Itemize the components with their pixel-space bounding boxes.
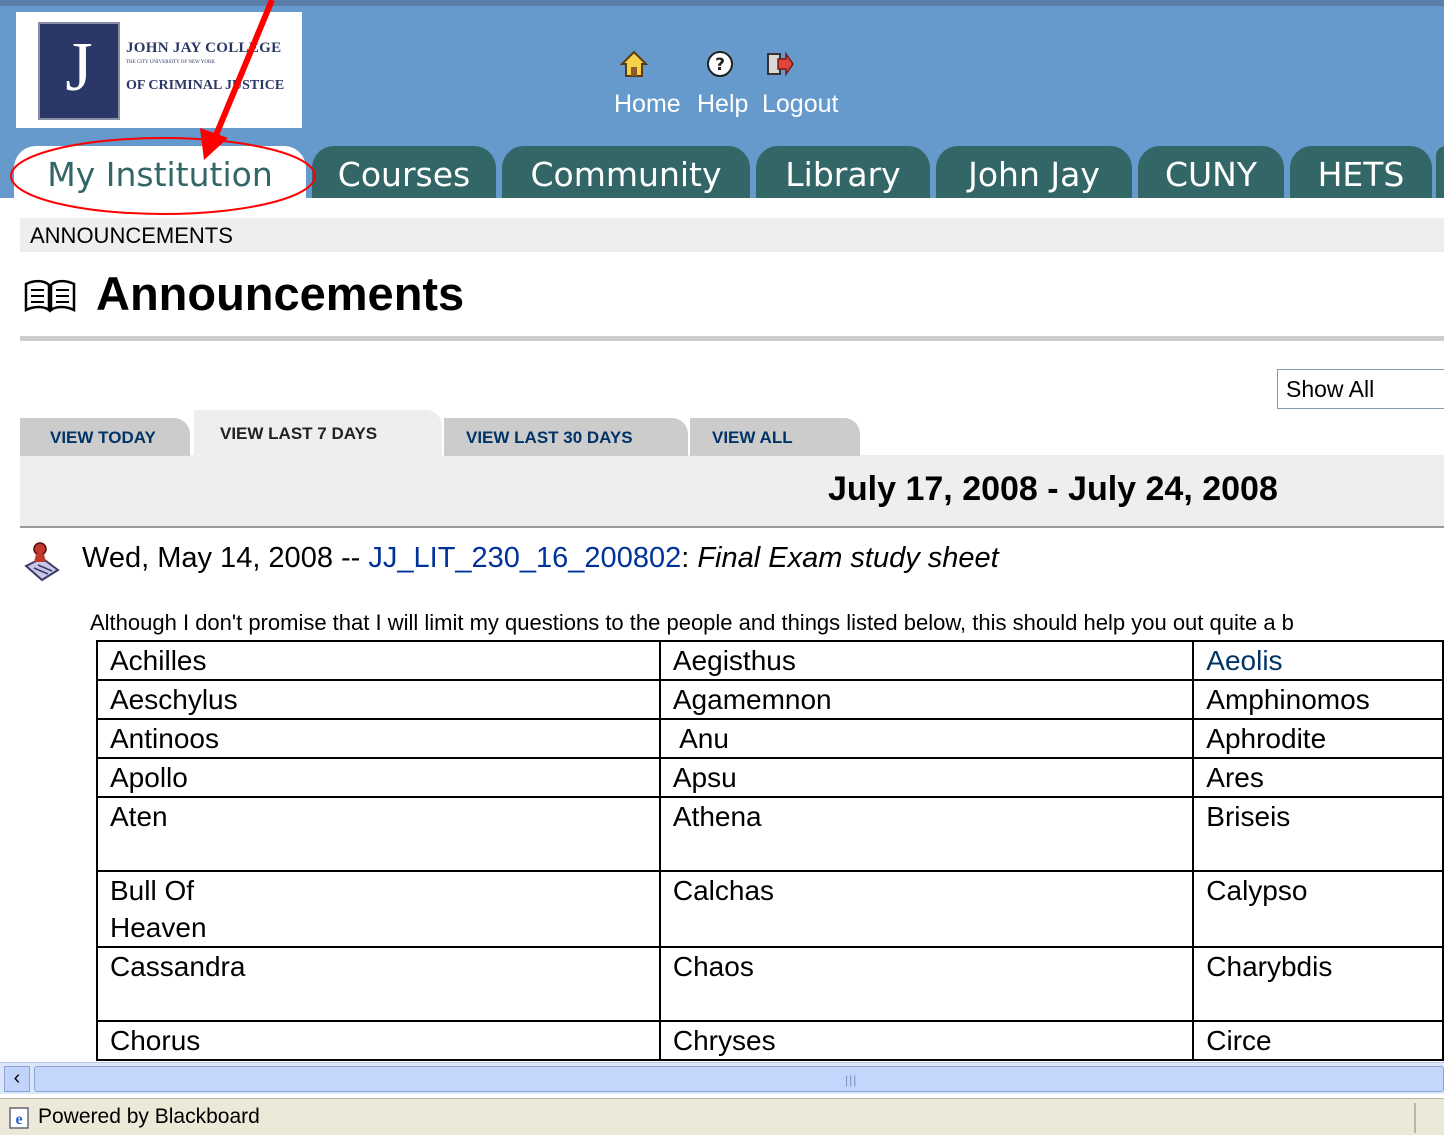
title-divider: [20, 336, 1444, 341]
view-last-7-days-tab[interactable]: VIEW LAST 7 DAYS: [194, 410, 442, 456]
table-row: Apollo Apsu Ares: [96, 757, 1444, 798]
view-today-tab[interactable]: VIEW TODAY: [20, 418, 190, 456]
tab-community[interactable]: Community: [502, 146, 750, 198]
table-row: Bull Of Heaven Calchas Calypso: [96, 870, 1444, 948]
table-cell: Aeolis: [1192, 640, 1444, 681]
table-row: Antinoos Anu Aphrodite: [96, 718, 1444, 759]
home-icon[interactable]: [620, 50, 648, 78]
logo-text-line3: OF CRIMINAL JUSTICE: [126, 78, 285, 93]
help-link[interactable]: Help: [697, 90, 748, 119]
table-cell: Antinoos: [96, 718, 661, 759]
logo-text-line1: JOHN JAY COLLEGE: [126, 40, 282, 56]
scroll-left-arrow-icon[interactable]: ‹: [4, 1066, 30, 1092]
help-icon[interactable]: ?: [706, 50, 734, 78]
course-link[interactable]: JJ_LIT_230_16_200802: [368, 542, 681, 574]
date-range: July 17, 2008 - July 24, 2008: [828, 470, 1278, 508]
tab-underline: [0, 198, 1444, 218]
status-bar: e Powered by Blackboard: [0, 1098, 1444, 1135]
view-tabs-divider: [20, 526, 1444, 528]
table-cell: Aphrodite: [1192, 718, 1444, 759]
tab-hets[interactable]: HETS: [1290, 146, 1432, 198]
table-cell: Calchas: [658, 870, 1195, 948]
table-cell: Anu: [658, 718, 1195, 759]
names-table: Achilles Aegisthus Aeolis Aeschylus Agam…: [96, 640, 1444, 1061]
table-cell: Cassandra: [96, 946, 661, 1022]
table-cell: Aten: [96, 796, 661, 872]
table-cell: Bull Of Heaven: [96, 870, 661, 948]
table-cell: Calypso: [1192, 870, 1444, 948]
table-row: Aten Athena Briseis: [96, 796, 1444, 872]
tab-cuny[interactable]: CUNY: [1138, 146, 1284, 198]
table-cell: Circe: [1192, 1020, 1444, 1061]
table-cell: Athena: [658, 796, 1195, 872]
table-cell: Apsu: [658, 757, 1195, 798]
status-divider: [1414, 1103, 1416, 1133]
table-cell: Aegisthus: [658, 640, 1195, 681]
tab-overflow[interactable]: [1436, 146, 1444, 198]
home-link[interactable]: Home: [614, 90, 681, 119]
table-cell: Achilles: [96, 640, 661, 681]
horizontal-scrollbar[interactable]: ‹ |||: [0, 1062, 1444, 1094]
logo-text-line2: THE CITY UNIVERSITY OF NEW YORK: [126, 60, 215, 65]
table-row: Aeschylus Agamemnon Amphinomos: [96, 679, 1444, 720]
scrollbar-thumb[interactable]: |||: [34, 1066, 1444, 1092]
table-row: Cassandra Chaos Charybdis: [96, 946, 1444, 1022]
logout-link[interactable]: Logout: [762, 90, 838, 119]
table-cell: Briseis: [1192, 796, 1444, 872]
logo-letter: J: [65, 29, 93, 106]
announcement-date: Wed, May 14, 2008 --: [82, 542, 369, 574]
svg-text:e: e: [15, 1111, 22, 1128]
table-cell: Aeschylus: [96, 679, 661, 720]
breadcrumb: ANNOUNCEMENTS: [20, 218, 1444, 252]
tab-my-institution[interactable]: My Institution: [14, 146, 306, 198]
table-row: Chorus Chryses Circe: [96, 1020, 1444, 1061]
ie-page-icon: e: [9, 1107, 29, 1129]
status-text: Powered by Blackboard: [38, 1105, 260, 1128]
logo-emblem: J: [38, 22, 120, 120]
table-cell: Agamemnon: [658, 679, 1195, 720]
page-title: Announcements: [96, 267, 465, 320]
announcement-icon: [24, 542, 60, 582]
svg-text:?: ?: [715, 55, 725, 75]
college-logo[interactable]: J JOHN JAY COLLEGE THE CITY UNIVERSITY O…: [16, 12, 302, 128]
book-icon: [24, 279, 76, 313]
tab-library[interactable]: Library: [756, 146, 930, 198]
tab-john-jay[interactable]: John Jay: [936, 146, 1132, 198]
table-cell: Chorus: [96, 1020, 661, 1061]
view-last-30-days-tab[interactable]: VIEW LAST 30 DAYS: [444, 418, 688, 456]
grip-icon: |||: [845, 1073, 858, 1087]
announcement-subject: Final Exam study sheet: [697, 542, 999, 574]
table-cell: Amphinomos: [1192, 679, 1444, 720]
heading-separator: :: [681, 542, 698, 574]
view-all-tab[interactable]: VIEW ALL: [690, 418, 860, 456]
table-cell: Chaos: [658, 946, 1195, 1022]
announcement-heading: Wed, May 14, 2008 -- JJ_LIT_230_16_20080…: [82, 542, 999, 575]
table-cell: Apollo: [96, 757, 661, 798]
logout-icon[interactable]: [766, 50, 794, 78]
table-cell: Chryses: [658, 1020, 1195, 1061]
announcement-filter-select[interactable]: Show All: [1277, 369, 1444, 409]
table-cell: Ares: [1192, 757, 1444, 798]
table-row: Achilles Aegisthus Aeolis: [96, 640, 1444, 681]
header-banner: J JOHN JAY COLLEGE THE CITY UNIVERSITY O…: [0, 0, 1444, 150]
announcement-body: Although I don't promise that I will lim…: [90, 610, 1294, 635]
table-cell: Charybdis: [1192, 946, 1444, 1022]
tab-courses[interactable]: Courses: [312, 146, 496, 198]
